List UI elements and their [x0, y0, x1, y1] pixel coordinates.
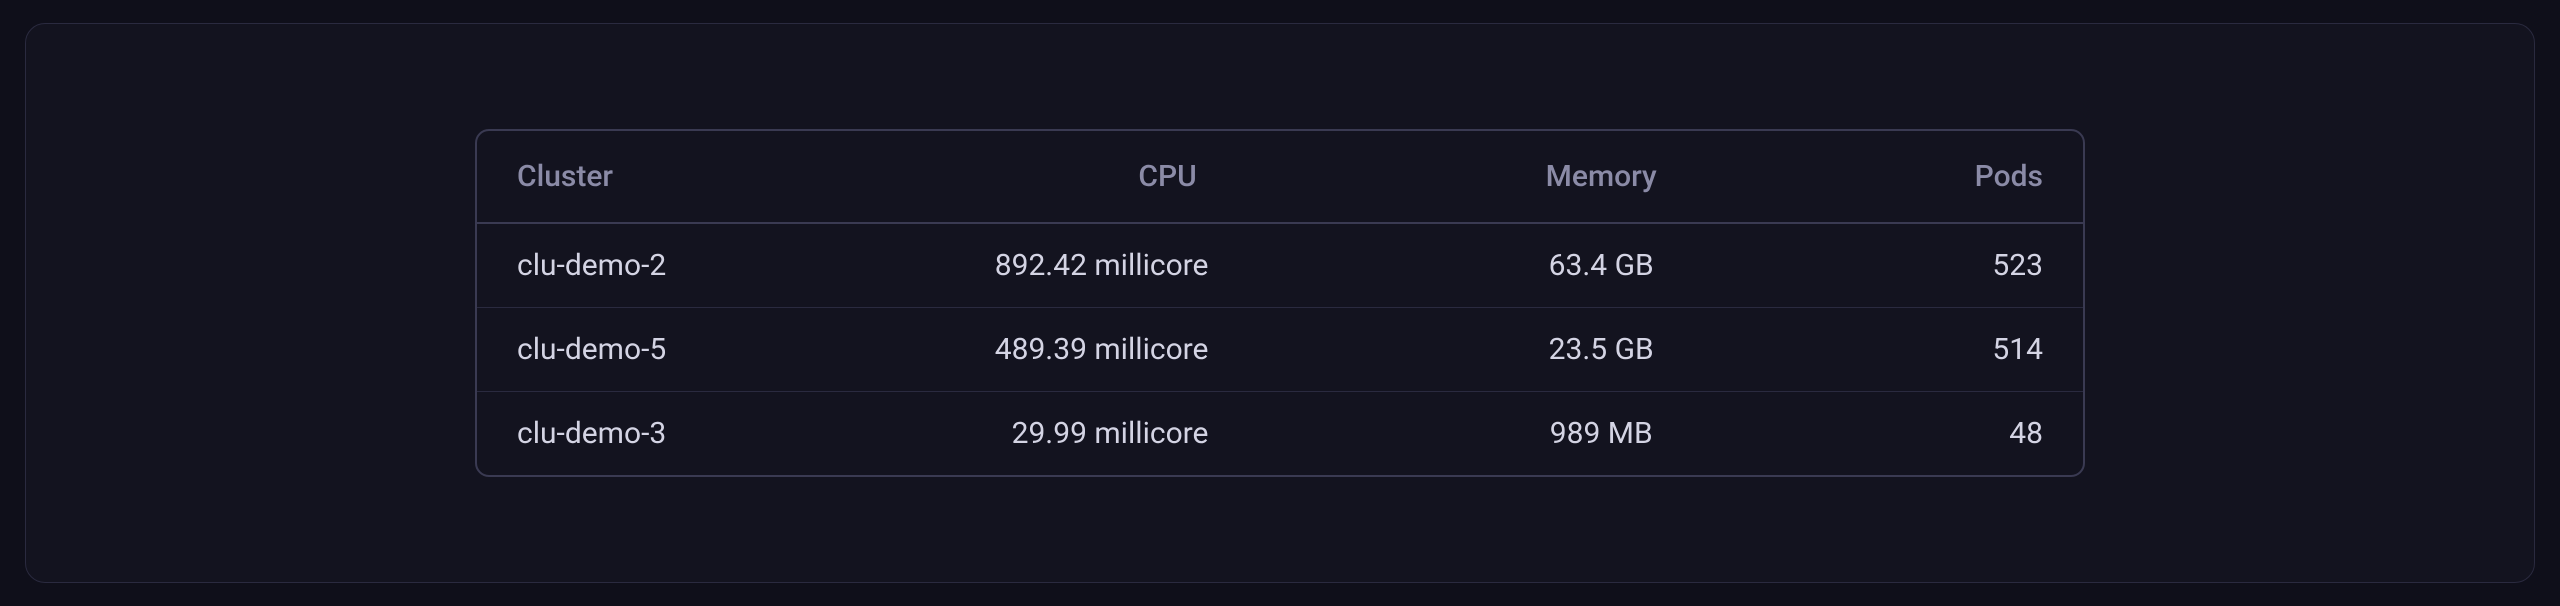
cell-cluster-name: clu-demo-3 — [477, 392, 927, 476]
table-row[interactable]: clu-demo-5 489.39 millicore 23.5 GB 514 — [477, 308, 2083, 392]
cell-pods: 48 — [1794, 392, 2083, 476]
cell-cluster-name: clu-demo-5 — [477, 308, 927, 392]
outer-panel: Cluster CPU Memory Pods clu-demo-2 892.4… — [25, 23, 2535, 583]
table-row[interactable]: clu-demo-3 29.99 millicore 989 MB 48 — [477, 392, 2083, 476]
header-cpu[interactable]: CPU — [927, 131, 1409, 223]
header-pods[interactable]: Pods — [1794, 131, 2083, 223]
cell-pods: 514 — [1794, 308, 2083, 392]
cell-pods: 523 — [1794, 223, 2083, 308]
cell-memory: 23.5 GB — [1408, 308, 1793, 392]
header-memory[interactable]: Memory — [1408, 131, 1793, 223]
cell-cpu: 489.39 millicore — [927, 308, 1409, 392]
cluster-resources-table: Cluster CPU Memory Pods clu-demo-2 892.4… — [477, 131, 2083, 475]
cell-memory: 63.4 GB — [1408, 223, 1793, 308]
table-row[interactable]: clu-demo-2 892.42 millicore 63.4 GB 523 — [477, 223, 2083, 308]
header-cluster[interactable]: Cluster — [477, 131, 927, 223]
cluster-table-container: Cluster CPU Memory Pods clu-demo-2 892.4… — [475, 129, 2085, 477]
cell-cpu: 29.99 millicore — [927, 392, 1409, 476]
cell-cluster-name: clu-demo-2 — [477, 223, 927, 308]
cell-cpu: 892.42 millicore — [927, 223, 1409, 308]
table-header-row: Cluster CPU Memory Pods — [477, 131, 2083, 223]
cell-memory: 989 MB — [1408, 392, 1793, 476]
